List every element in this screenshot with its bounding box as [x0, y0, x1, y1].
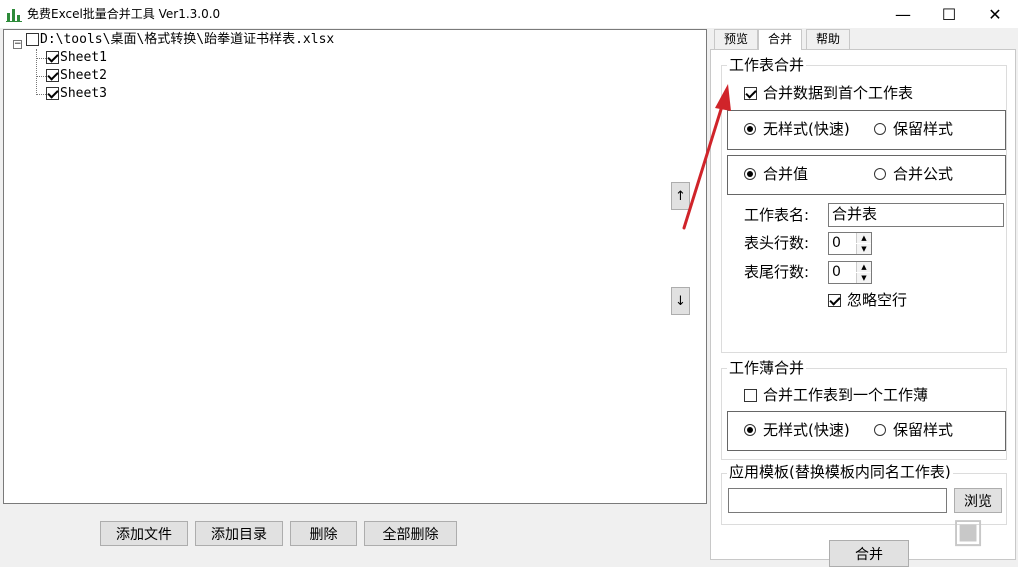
book-keep-style-label[interactable]: 保留样式: [893, 421, 953, 439]
tree-sheet-item[interactable]: Sheet2: [60, 67, 107, 85]
window-title: 免费Excel批量合并工具 Ver1.3.0.0: [27, 7, 221, 21]
maximize-button[interactable]: ☐: [926, 0, 972, 28]
template-path-input[interactable]: [728, 488, 947, 513]
add-directory-button[interactable]: 添加目录: [195, 521, 283, 546]
sheet-name-label: 工作表名:: [744, 206, 810, 224]
sheet-merge-title: 工作表合并: [727, 56, 807, 74]
file-tree-panel[interactable]: − D:\tools\桌面\格式转换\跆拳道证书样表.xlsx Sheet1 S…: [3, 29, 707, 504]
keep-style-label[interactable]: 保留样式: [893, 120, 953, 138]
title-bar: 免费Excel批量合并工具 Ver1.3.0.0 — ☐ ✕: [0, 0, 1018, 28]
tree-guide-line: [36, 58, 46, 59]
no-style-radio[interactable]: [744, 123, 756, 135]
spin-down-icon[interactable]: ▼: [856, 244, 871, 254]
tab-help[interactable]: 帮助: [806, 29, 850, 49]
move-up-button[interactable]: ↑: [671, 182, 690, 210]
sheet3-checkbox[interactable]: [46, 87, 59, 100]
merge-tab-page: 工作表合并 合并数据到首个工作表 无样式(快速) 保留样式 合并值 合并公式 工…: [710, 49, 1016, 567]
tab-merge[interactable]: 合并: [758, 29, 802, 50]
spin-down-icon[interactable]: ▼: [856, 273, 871, 283]
merge-to-one-book-label[interactable]: 合并工作表到一个工作薄: [763, 386, 928, 404]
move-down-button[interactable]: ↓: [671, 287, 690, 315]
book-merge-title: 工作薄合并: [727, 359, 807, 377]
tree-sheet-item[interactable]: Sheet1: [60, 49, 107, 67]
template-title: 应用模板(替换模板内同名工作表): [727, 463, 953, 481]
tree-sheet-item[interactable]: Sheet3: [60, 85, 107, 103]
merge-formulas-radio[interactable]: [874, 168, 886, 180]
header-rows-label: 表头行数:: [744, 234, 810, 252]
sheet-name-input[interactable]: 合并表: [828, 203, 1004, 227]
minimize-button[interactable]: —: [880, 0, 926, 28]
merge-formulas-label[interactable]: 合并公式: [893, 165, 953, 183]
tree-guide-line: [36, 94, 46, 95]
add-file-button[interactable]: 添加文件: [100, 521, 188, 546]
tree-guide-line: [36, 76, 46, 77]
merge-values-radio[interactable]: [744, 168, 756, 180]
file-checkbox[interactable]: [26, 33, 39, 46]
header-rows-value: 0: [832, 235, 841, 251]
no-style-label[interactable]: 无样式(快速): [763, 120, 850, 138]
merge-to-one-book-checkbox[interactable]: [744, 389, 757, 402]
merge-to-first-checkbox[interactable]: [744, 87, 757, 100]
merge-to-first-label[interactable]: 合并数据到首个工作表: [763, 84, 913, 102]
footer-rows-label: 表尾行数:: [744, 263, 810, 281]
spin-up-icon[interactable]: ▲: [856, 233, 871, 243]
tab-preview[interactable]: 预览: [714, 29, 758, 49]
ignore-blank-checkbox[interactable]: [828, 294, 841, 307]
close-button[interactable]: ✕: [972, 0, 1018, 28]
sheet1-checkbox[interactable]: [46, 51, 59, 64]
book-keep-style-radio[interactable]: [874, 424, 886, 436]
delete-all-button[interactable]: 全部删除: [364, 521, 457, 546]
options-panel: 预览 合并 帮助 工作表合并 合并数据到首个工作表 无样式(快速) 保留样式 合…: [710, 29, 1018, 567]
delete-button[interactable]: 删除: [290, 521, 357, 546]
excel-app-icon: [6, 9, 22, 22]
sheet2-checkbox[interactable]: [46, 69, 59, 82]
header-rows-stepper[interactable]: 0 ▲ ▼: [828, 232, 872, 255]
ignore-blank-label[interactable]: 忽略空行: [847, 291, 907, 309]
tree-guide-line: [36, 49, 37, 95]
merge-values-label[interactable]: 合并值: [763, 165, 808, 183]
spin-up-icon[interactable]: ▲: [856, 262, 871, 272]
book-no-style-label[interactable]: 无样式(快速): [763, 421, 850, 439]
tree-root-file[interactable]: D:\tools\桌面\格式转换\跆拳道证书样表.xlsx: [40, 31, 334, 49]
collapse-icon[interactable]: −: [13, 40, 22, 49]
book-no-style-radio[interactable]: [744, 424, 756, 436]
keep-style-radio[interactable]: [874, 123, 886, 135]
site-watermark-logo: ▣: [951, 511, 985, 551]
footer-rows-stepper[interactable]: 0 ▲ ▼: [828, 261, 872, 284]
footer-rows-value: 0: [832, 264, 841, 280]
merge-button[interactable]: 合并: [829, 540, 909, 567]
